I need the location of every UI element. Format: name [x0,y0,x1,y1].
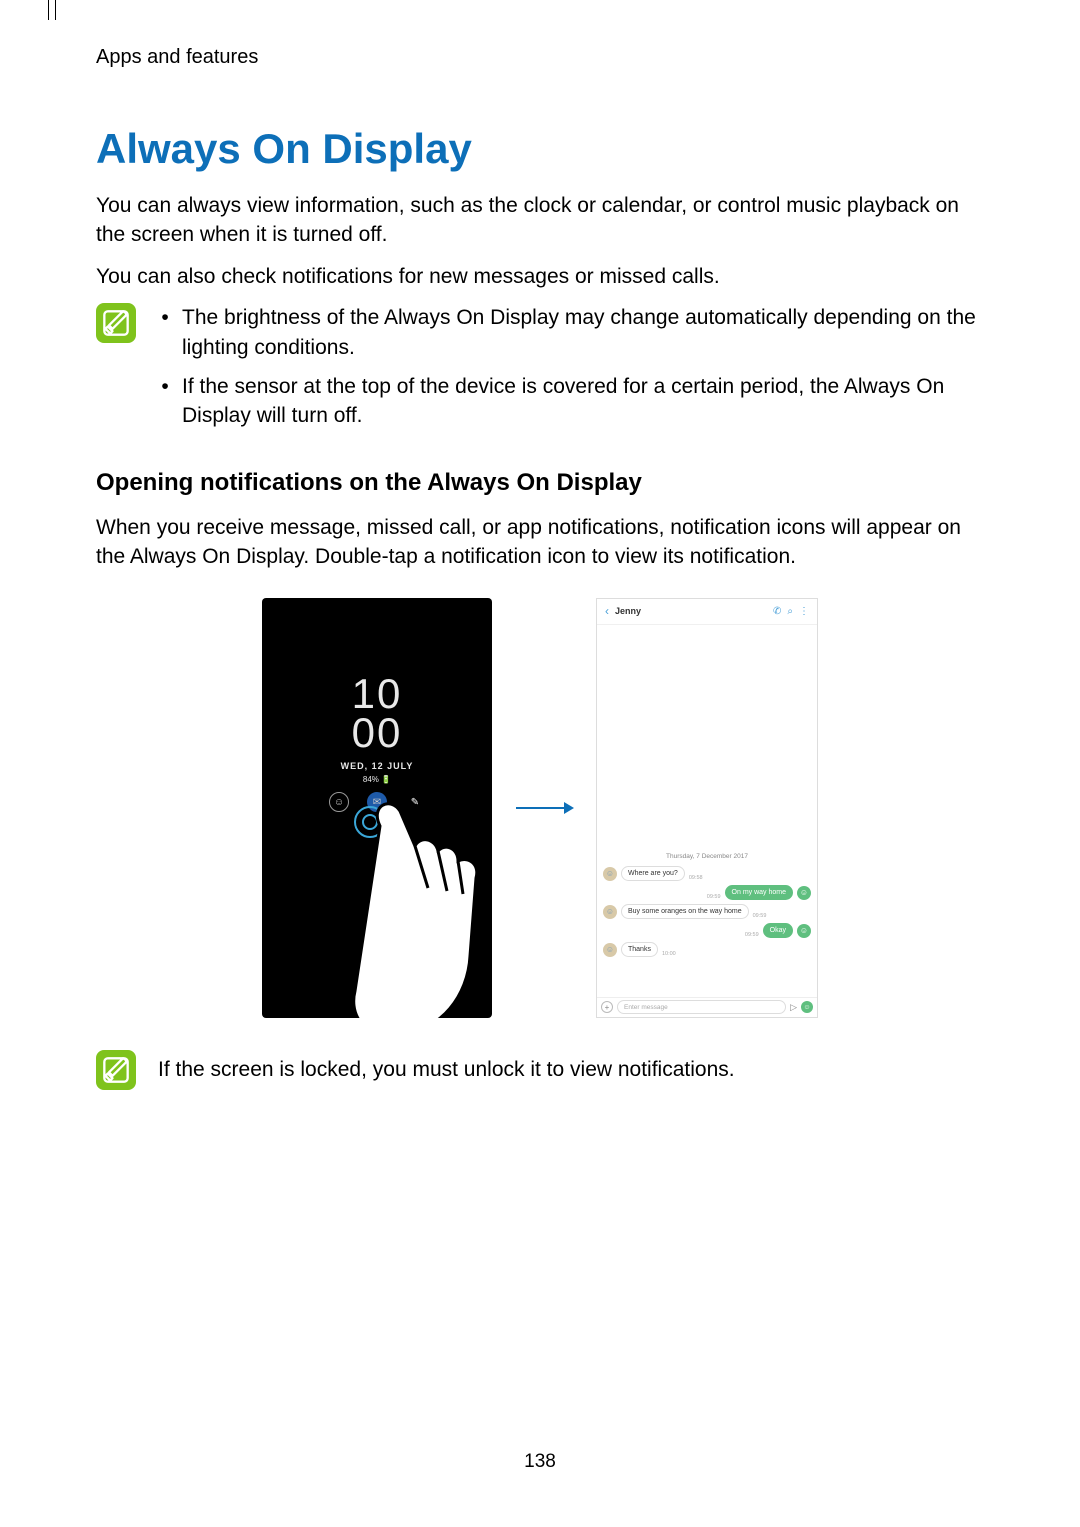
search-icon[interactable]: ⌕ [787,606,793,617]
call-icon[interactable]: ✆ [773,606,781,617]
bullet-text: If the sensor at the top of the device i… [182,372,984,431]
aod-hour: 10 [262,674,492,714]
intro-paragraph-1: You can always view information, such as… [96,191,984,250]
message-bubble: Okay [763,923,793,938]
bullet-dot-icon: • [158,372,172,431]
contact-name: Jenny [615,606,767,616]
add-attachment-icon[interactable]: + [601,1001,613,1013]
figure-aod-to-messages: 10 00 WED, 12 JULY 84% 🔋 ☺ ✉ ✎ [96,598,984,1018]
profile-icon: ☺ [329,792,349,812]
phone-screenshot-messages: ‹ Jenny ✆ ⌕ ⋮ Thursday, 7 December 2017 … [596,598,818,1018]
aod-date: WED, 12 JULY [262,761,492,771]
message-row: ☺ Buy some oranges on the way home 09:59 [597,902,817,921]
back-icon[interactable]: ‹ [605,604,609,618]
chapter-label: Apps and features [96,46,984,69]
section-body: When you receive message, missed call, o… [96,513,984,572]
bullet-dot-icon: • [158,303,172,362]
timestamp: 09:59 [745,932,759,938]
hand-tap-icon [350,796,492,1018]
timestamp: 09:59 [707,894,721,900]
section-heading: Opening notifications on the Always On D… [96,469,984,497]
message-row: ☺ Where are you? 09:58 [597,864,817,883]
timestamp: 09:59 [753,913,767,919]
message-input[interactable]: Enter message [617,1000,786,1014]
page-number: 138 [0,1451,1080,1473]
message-bubble: Buy some oranges on the way home [621,904,749,919]
message-bubble: Thanks [621,942,658,957]
arrow-right-icon [516,807,572,809]
message-row: 09:59 Okay ☺ [597,921,817,940]
note-bullet: • The brightness of the Always On Displa… [158,303,984,362]
more-icon[interactable]: ⋮ [799,606,809,617]
avatar-icon: ☺ [603,943,617,957]
messages-header: ‹ Jenny ✆ ⌕ ⋮ [597,599,817,625]
aod-minute: 00 [262,713,492,753]
emoji-icon[interactable]: ☺ [801,1001,813,1013]
timestamp: 10:00 [662,951,676,957]
avatar-icon: ☺ [603,905,617,919]
send-icon[interactable]: ▷ [790,1002,797,1013]
aod-battery: 84% 🔋 [262,775,492,784]
avatar-icon: ☺ [797,886,811,900]
bullet-text: The brightness of the Always On Display … [182,303,984,362]
message-row: 09:59 On my way home ☺ [597,883,817,902]
note-icon [96,1050,136,1090]
note-text: If the screen is locked, you must unlock… [158,1055,735,1084]
crop-mark [48,0,56,20]
message-bubble: On my way home [725,885,793,900]
note-block: If the screen is locked, you must unlock… [96,1050,984,1090]
avatar-icon: ☺ [603,867,617,881]
timestamp: 09:58 [689,875,703,881]
note-bullet: • If the sensor at the top of the device… [158,372,984,431]
message-bubble: Where are you? [621,866,685,881]
avatar-icon: ☺ [797,924,811,938]
message-input-bar: + Enter message ▷ ☺ [597,997,817,1017]
note-icon [96,303,136,343]
date-divider: Thursday, 7 December 2017 [597,853,817,860]
page-title: Always On Display [96,125,984,173]
intro-paragraph-2: You can also check notifications for new… [96,262,984,291]
phone-screenshot-aod: 10 00 WED, 12 JULY 84% 🔋 ☺ ✉ ✎ [262,598,492,1018]
note-block: • The brightness of the Always On Displa… [96,303,984,441]
message-row: ☺ Thanks 10:00 [597,940,817,959]
